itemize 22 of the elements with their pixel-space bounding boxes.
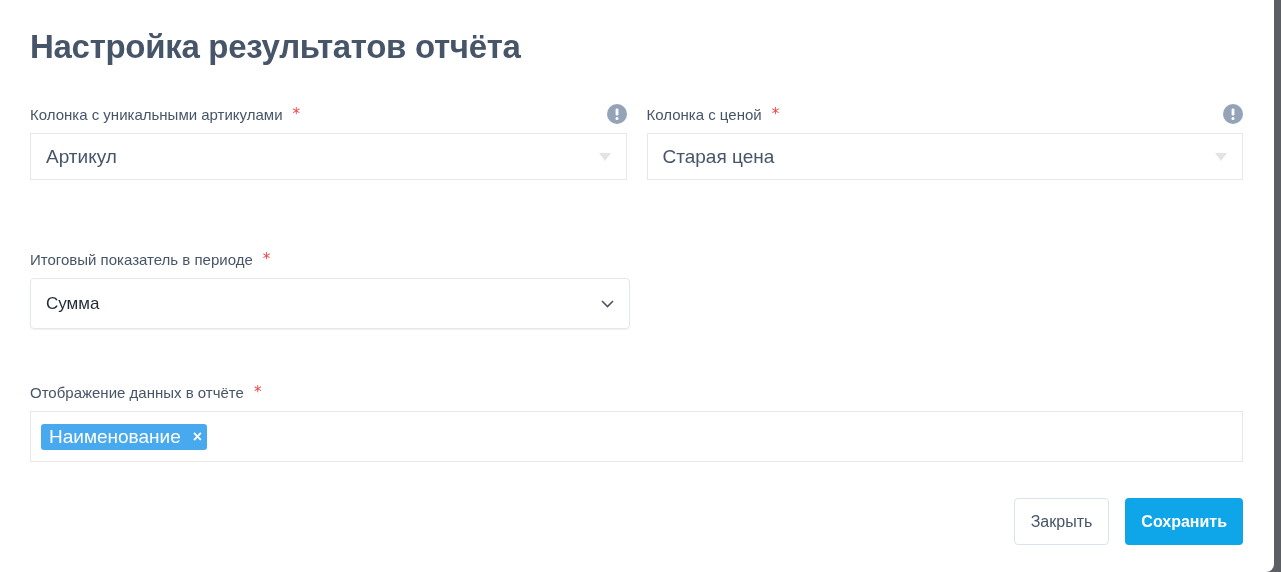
caret-icon (598, 152, 611, 161)
field-label: Колонка с уникальными артикулами (30, 105, 283, 123)
required-mark: * (771, 105, 780, 123)
field-label: Колонка с ценой (646, 105, 762, 123)
required-mark: * (253, 383, 262, 401)
caret-icon (1215, 152, 1227, 161)
chevron-down-icon (601, 299, 614, 308)
required-mark: * (292, 105, 301, 123)
field-label: Отображение данных в отчёте (30, 383, 244, 401)
info-icon[interactable] (606, 104, 627, 124)
close-button[interactable]: Закрыть (1013, 498, 1110, 545)
select-value: Артикул (46, 145, 117, 168)
select-value: Старая цена (662, 145, 775, 168)
dialog-title: Настройка результатов отчёта (30, 28, 522, 66)
select-value: Сумма (46, 293, 100, 314)
select-field[interactable]: Сумма (30, 278, 630, 329)
tag: Наименование × (41, 423, 208, 450)
required-mark: * (262, 250, 271, 268)
select-field[interactable]: Старая цена (646, 133, 1243, 180)
info-icon[interactable] (1223, 104, 1243, 124)
select-field[interactable]: Артикул (30, 133, 627, 180)
field-label: Итоговый показатель в периоде (30, 250, 253, 268)
